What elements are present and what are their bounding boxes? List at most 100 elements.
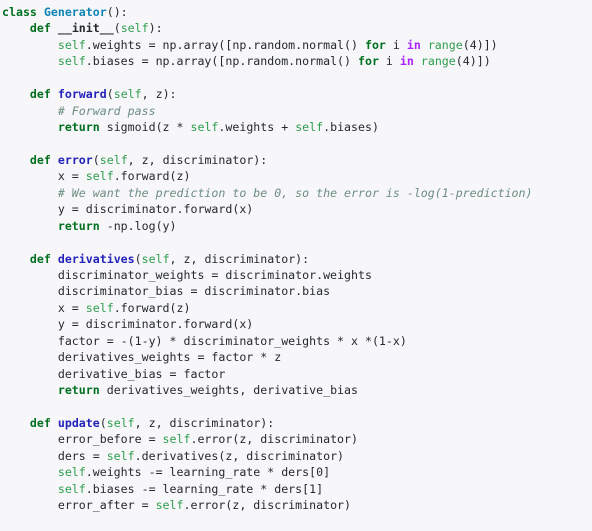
code-line: return -np.log(y)	[2, 218, 592, 234]
code-line: x = self.forward(z)	[2, 168, 592, 184]
code-token-kw: for	[364, 37, 386, 52]
code-token-plain: .biases)	[323, 120, 379, 135]
code-line: derivative_bias = factor	[2, 366, 592, 382]
code-token-plain: x =	[2, 169, 86, 184]
code-token-op-kw: in	[399, 54, 414, 69]
code-token-self: self	[85, 169, 114, 184]
python-source-code[interactable]: class Generator (): def __init__(self): s…	[0, 0, 592, 514]
code-token-kw: def	[29, 415, 51, 430]
code-token-plain: .derivatives(z, discriminator)	[134, 448, 345, 463]
code-token-fn: forward	[57, 87, 107, 102]
code-token-plain: i	[385, 37, 407, 52]
code-token-plain: factor = -(1-y) * discriminator_weights …	[2, 333, 407, 348]
code-token-plain: y = discriminator.forward(x)	[2, 202, 254, 217]
code-token-op-kw: in	[406, 37, 421, 52]
code-token-num: 4	[462, 54, 470, 69]
code-token-comment: # Forward pass	[57, 103, 156, 118]
code-token-self: self	[162, 432, 191, 447]
code-token-plain: .error(z, discriminator)	[183, 498, 352, 513]
code-token-plain: .forward(z)	[113, 169, 191, 184]
code-token-plain: sigmoid(z *	[99, 120, 191, 135]
code-token-builtin: range	[420, 54, 456, 69]
code-token-self: self	[120, 21, 149, 36]
code-token-kw: def	[29, 251, 51, 266]
code-token-self: self	[141, 251, 170, 266]
code-token-plain: y = discriminator.forward(x)	[2, 317, 254, 332]
code-token-fn: error	[57, 152, 93, 167]
code-token-plain: derivative_bias = factor	[2, 366, 226, 381]
code-token-cls: Generator	[43, 5, 107, 19]
code-token-plain: .biases = np.array([np.random.normal()	[85, 54, 358, 69]
code-token-punct: ):	[148, 21, 163, 36]
code-token-punct: (	[134, 251, 142, 266]
code-token-plain: derivatives_weights, derivative_bias	[99, 383, 358, 398]
code-token-plain: .weights -= learning_rate * ders[	[85, 465, 317, 480]
code-line: x = self.forward(z)	[2, 300, 592, 316]
code-token-fn: derivatives	[57, 251, 135, 266]
code-token-plain: .weights +	[218, 120, 296, 135]
code-token-plain: .forward(z)	[113, 300, 191, 315]
code-token-kw: class	[2, 5, 37, 19]
code-token-kw: def	[29, 87, 51, 102]
code-token-punct: , z, discriminator):	[134, 415, 275, 430]
code-line: self.weights = np.array([np.random.norma…	[2, 37, 592, 53]
code-line: def __init__(self):	[2, 20, 592, 36]
code-token-punct: )])	[476, 37, 498, 52]
code-line: self.biases -= learning_rate * ders[1]	[2, 481, 592, 497]
code-token-self: self	[99, 152, 128, 167]
code-token-punct: (	[462, 37, 470, 52]
code-token-punct: (	[455, 54, 463, 69]
code-line: error_after = self.error(z, discriminato…	[2, 497, 592, 513]
code-token-self: self	[57, 54, 86, 69]
code-token-self: self	[113, 87, 142, 102]
code-token-punct: ]	[316, 481, 324, 496]
code-line: return sigmoid(z * self.weights + self.b…	[2, 119, 592, 135]
code-line: def forward(self, z):	[2, 86, 592, 102]
code-token-kw: def	[29, 152, 51, 167]
code-viewer[interactable]: class Generator (): def __init__(self): s…	[0, 0, 592, 531]
code-line: derivatives_weights = factor * z	[2, 349, 592, 365]
code-token-self: self	[295, 120, 324, 135]
code-token-self: self	[57, 37, 86, 52]
code-token-plain: x =	[2, 300, 86, 315]
code-token-self: self	[106, 448, 135, 463]
code-line: discriminator_bias = discriminator.bias	[2, 283, 592, 299]
code-token-self: self	[190, 120, 219, 135]
code-line: return derivatives_weights, derivative_b…	[2, 382, 592, 398]
code-token-kw: for	[358, 54, 379, 69]
code-line: def error(self, z, discriminator):	[2, 152, 592, 168]
code-token-punct: (	[113, 21, 121, 36]
code-token-punct: (	[106, 87, 114, 102]
code-token-punct: , z, discriminator):	[127, 152, 268, 167]
code-line: # We want the prediction to be 0, so the…	[2, 185, 592, 201]
code-token-punct: ]	[323, 465, 331, 480]
code-line: error_before = self.error(z, discriminat…	[2, 431, 592, 447]
code-line: # Forward pass	[2, 103, 592, 119]
code-token-num: 4	[469, 37, 477, 52]
code-line: def update(self, z, discriminator):	[2, 415, 592, 431]
code-token-plain: error_before =	[2, 432, 163, 447]
code-token-plain: -np.log(y)	[99, 218, 177, 233]
code-token-self: self	[57, 465, 86, 480]
code-line: self.biases = np.array([np.random.normal…	[2, 53, 592, 69]
code-token-punct: , z):	[141, 87, 177, 102]
code-token-self: self	[106, 415, 135, 430]
